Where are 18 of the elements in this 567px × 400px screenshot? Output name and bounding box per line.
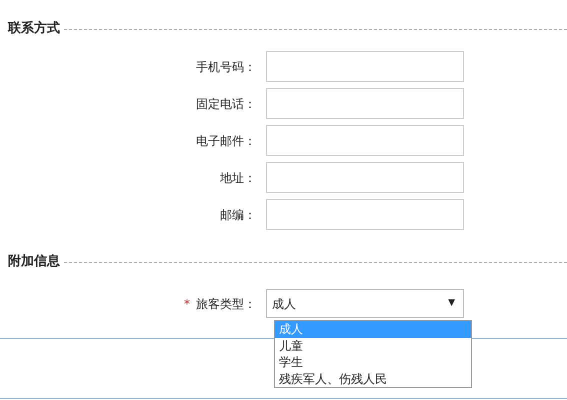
section-title: 联系方式 (8, 20, 60, 38)
field-label: 地址： (219, 170, 257, 186)
dropdown-option[interactable]: 学生 (275, 354, 471, 370)
field-label: 电子邮件： (195, 132, 257, 150)
field-label: 手机号码： (195, 58, 257, 76)
dropdown-option[interactable]: 残疾军人、伤残人民 (275, 370, 471, 387)
dropdown-option[interactable]: 儿童 (275, 338, 471, 354)
input-field[interactable] (266, 125, 464, 156)
input-field[interactable] (266, 162, 464, 193)
field-label: 旅客类型： (196, 296, 256, 312)
section-title: 附加信息 (8, 253, 60, 272)
input-field[interactable] (266, 88, 464, 119)
field-label: 固定电话： (195, 96, 257, 112)
field-label: 邮编： (219, 206, 257, 224)
input-field[interactable] (266, 199, 464, 230)
required-mark: * (184, 296, 190, 312)
select-field[interactable]: 成人 ▼ (266, 289, 464, 318)
input-field[interactable] (266, 51, 464, 82)
